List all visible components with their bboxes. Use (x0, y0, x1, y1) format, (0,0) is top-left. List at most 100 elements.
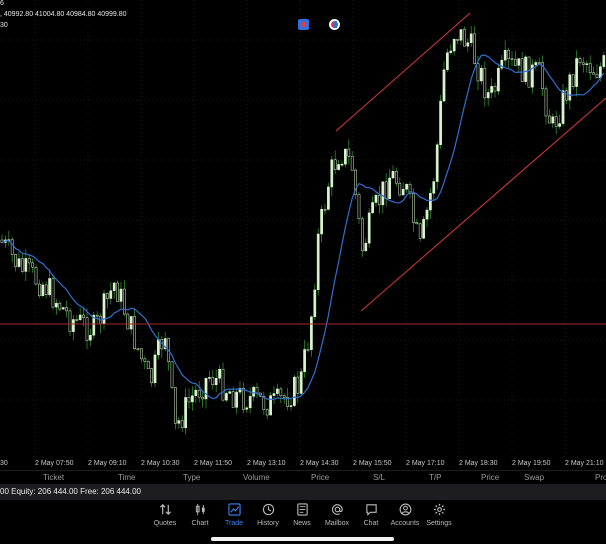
candle-body (143, 358, 147, 362)
time-label: 2 May 18:30 (459, 460, 498, 467)
candle-body (44, 284, 48, 296)
column-header[interactable]: Swap (524, 473, 544, 482)
candle-body (582, 62, 585, 65)
candle-body (55, 302, 58, 308)
candle-body (58, 302, 62, 310)
candle-body (306, 349, 310, 351)
tab-settings[interactable]: Settings (421, 503, 457, 531)
time-label: 2 May 15:50 (353, 460, 392, 467)
candle-body (537, 62, 541, 64)
candle-body (490, 86, 493, 93)
candle-body (106, 293, 109, 299)
column-header[interactable]: S/L (373, 473, 385, 482)
candle-body (75, 319, 79, 321)
column-header[interactable]: Price (481, 473, 499, 482)
candle-body (231, 391, 235, 408)
candle-body (197, 389, 201, 398)
time-label: 2 May 21:10 (565, 460, 604, 467)
candle-body (554, 116, 558, 127)
candle-body (174, 387, 177, 424)
column-header[interactable]: Price (311, 473, 329, 482)
channel-lower-line[interactable] (360, 97, 606, 312)
column-header[interactable]: Volume (243, 473, 270, 482)
moving-average-line (1, 54, 605, 400)
candle-body (27, 258, 31, 264)
candle-body (225, 393, 228, 401)
channel-upper-line[interactable] (335, 12, 471, 132)
candle-body (401, 188, 405, 196)
candle-body (344, 148, 347, 165)
candle-body (89, 334, 92, 341)
settings-icon (433, 503, 445, 516)
candle-body (367, 212, 371, 244)
candle-body (208, 377, 211, 379)
price-chart[interactable] (0, 0, 606, 458)
tab-chart[interactable]: Chart (182, 503, 218, 531)
candle-body (524, 56, 527, 82)
tab-mailbox[interactable]: Mailbox (319, 503, 355, 531)
candle-body (157, 339, 160, 356)
trade-table-header: Ticket Time Type Volume Price S/L T/P Pr… (0, 470, 606, 485)
candle-body (320, 208, 323, 235)
tab-chat[interactable]: Chat (353, 503, 389, 531)
tab-trade[interactable]: Trade (216, 503, 252, 531)
one-click-trading-icon[interactable] (298, 19, 309, 30)
column-header[interactable]: Time (118, 473, 135, 482)
candle-body (245, 407, 249, 410)
candle-body (299, 371, 303, 394)
candle-body (483, 67, 487, 99)
candle-body (72, 319, 75, 332)
candle-body (418, 223, 422, 239)
candle-body (272, 393, 276, 396)
candle-body (129, 316, 133, 330)
candle-body (357, 194, 361, 220)
candle-body (265, 409, 269, 416)
candle-body (517, 58, 521, 66)
candle-body (126, 313, 130, 330)
column-header[interactable]: Pro (595, 473, 606, 482)
candle-body (544, 88, 548, 117)
tab-quotes[interactable]: Quotes (147, 503, 183, 531)
candle-body (364, 242, 368, 252)
tab-label: Chart (191, 520, 209, 527)
tab-label: Chat (363, 520, 379, 527)
candle-body (184, 397, 187, 429)
time-label: 2 May 10:30 (141, 460, 180, 467)
ohlc-readout: , 40992.80 41004.80 40984.80 40999.80 (0, 11, 127, 18)
candle-body (388, 177, 391, 199)
column-header[interactable]: Type (183, 473, 200, 482)
tab-news[interactable]: News (284, 503, 320, 531)
candle-body (255, 386, 259, 394)
home-indicator (211, 537, 394, 541)
candle-body (446, 52, 449, 71)
tab-history[interactable]: History (250, 503, 286, 531)
accounts-icon (399, 503, 411, 516)
candle-body (279, 388, 283, 396)
candle-body (303, 349, 306, 372)
candle-body (565, 90, 568, 101)
candle-body (85, 317, 89, 341)
candle-body (65, 307, 68, 312)
tab-label: Settings (426, 520, 452, 527)
candle-body (480, 67, 483, 82)
candle-body (439, 100, 442, 145)
candle-body (68, 310, 72, 332)
candle-body (395, 171, 398, 184)
candle-body (191, 395, 194, 403)
candle-body (466, 42, 470, 47)
candle-body (51, 278, 55, 308)
tab-accounts[interactable]: Accounts (387, 503, 423, 531)
candle-body (242, 387, 245, 410)
candle-body (442, 69, 446, 102)
candle-body (429, 193, 432, 211)
candle-body (34, 266, 38, 285)
candle-body (269, 395, 272, 416)
column-header[interactable]: Ticket (43, 473, 64, 482)
column-header[interactable]: T/P (429, 473, 441, 482)
trade-level-icon[interactable] (329, 19, 340, 30)
candle-body (602, 55, 606, 67)
candle-body (24, 258, 28, 272)
candle-body (497, 67, 500, 92)
candle-body (211, 377, 215, 386)
candle-body (469, 33, 473, 43)
